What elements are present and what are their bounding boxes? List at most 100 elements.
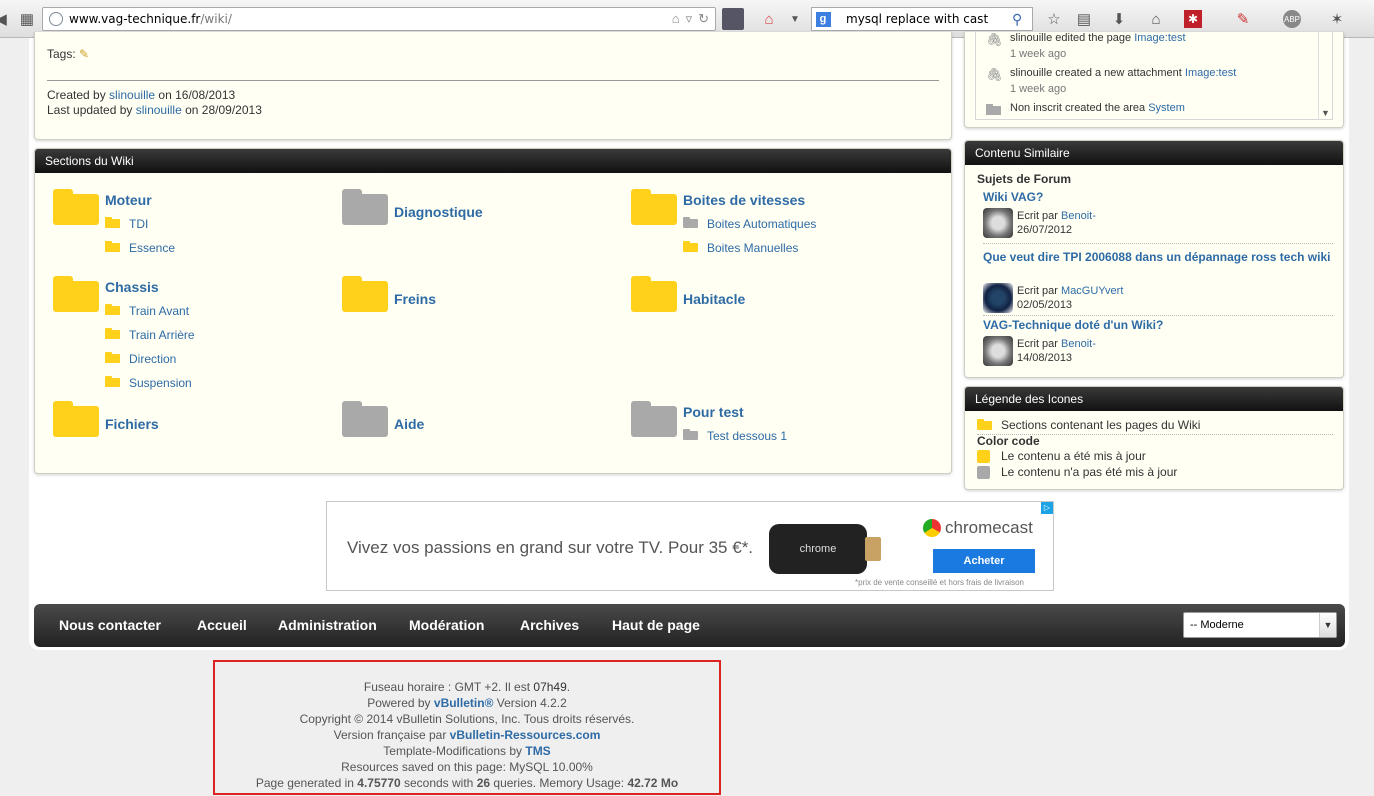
tms-link[interactable]: TMS (525, 744, 550, 758)
activity-target-link[interactable]: Image:test (1134, 32, 1185, 44)
chevron-down-icon[interactable]: ▼ (1319, 613, 1336, 637)
folder-icon[interactable] (342, 189, 388, 225)
subsection-link[interactable]: Suspension (129, 376, 192, 390)
style-select[interactable]: -- Moderne ▼ (1183, 612, 1337, 638)
section-title-link[interactable]: Chassis (105, 279, 159, 295)
timezone-line: Fuseau horaire : GMT +2. Il est 07h49. (363, 680, 571, 694)
folder-icon[interactable] (631, 401, 677, 437)
feed-icon[interactable] (722, 8, 744, 30)
folder-icon (105, 376, 120, 387)
avatar[interactable] (983, 336, 1013, 366)
section-title-link[interactable]: Moteur (105, 192, 152, 208)
divider (983, 243, 1333, 244)
updated-by-user-link[interactable]: slinouille (136, 103, 182, 117)
icon-legend-block: Légende des Icones Sections contenant le… (964, 386, 1344, 490)
ad-slogan: Vivez vos passions en grand sur votre TV… (347, 538, 754, 557)
activity-target-link[interactable]: Image:test (1185, 67, 1236, 79)
folder-icon[interactable] (53, 401, 99, 437)
yellow-square-icon (977, 450, 990, 463)
thread-title-link[interactable]: VAG-Technique doté d'un Wiki? (983, 318, 1163, 332)
author-link[interactable]: Benoit- (1061, 338, 1096, 350)
divider (47, 80, 939, 81)
wiki-sections-block: Sections du Wiki Moteur TDI Essence Diagnos… (34, 148, 952, 474)
home-icon-toolbar[interactable]: ⌂ (1145, 8, 1167, 30)
subsection-link[interactable]: TDI (129, 217, 148, 231)
search-bar[interactable]: g mysql replace with cast ⚲ (811, 7, 1033, 31)
footer-info-highlight: Fuseau horaire : GMT +2. Il est 07h49. P… (213, 660, 721, 795)
chrome-logo-icon (923, 519, 941, 537)
subsection-link[interactable]: Train Arrière (129, 328, 195, 342)
nav-archives-link[interactable]: Archives (520, 617, 579, 633)
subsection-link[interactable]: Direction (129, 352, 176, 366)
ad-brand: chromecast (923, 518, 1033, 538)
recent-activity-block: 🖇 slinouille edited the page Image:test … (964, 32, 1344, 128)
scroll-down-icon[interactable]: ▼ (1321, 108, 1330, 118)
section-title-link[interactable]: Habitacle (683, 291, 745, 307)
author-link[interactable]: Benoit- (1061, 210, 1096, 222)
subsection-link[interactable]: Boites Automatiques (707, 217, 816, 231)
edit-tags-icon[interactable]: ✎ (79, 47, 89, 61)
download-icon[interactable]: ⬇ (1108, 8, 1130, 30)
thread-title-link[interactable]: Wiki VAG? (983, 190, 1043, 204)
tab-groups-icon[interactable]: ▦ (16, 8, 38, 30)
bookmarks-list-icon[interactable]: ▤ (1073, 8, 1095, 30)
folder-icon[interactable] (631, 276, 677, 312)
avatar[interactable] (983, 283, 1013, 313)
section-title-link[interactable]: Fichiers (105, 416, 159, 432)
vbulletin-ressources-link[interactable]: vBulletin-Ressources.com (450, 728, 601, 742)
buy-button[interactable]: Acheter (933, 549, 1035, 573)
folder-icon[interactable] (342, 276, 388, 312)
avatar[interactable] (983, 208, 1013, 238)
nav-home-link[interactable]: Accueil (197, 617, 247, 633)
folder-icon[interactable] (53, 276, 99, 312)
activity-scrollbar[interactable]: ▼ (1318, 32, 1332, 120)
activity-target-link[interactable]: System (1148, 102, 1185, 114)
thread-title-link[interactable]: Que veut dire TPI 2006088 dans un dépann… (983, 250, 1330, 264)
folder-icon[interactable] (631, 189, 677, 225)
folder-icon[interactable] (342, 401, 388, 437)
extension-icon[interactable]: ✶ (1326, 8, 1348, 30)
activity-list[interactable]: 🖇 slinouille edited the page Image:test … (975, 32, 1333, 120)
folder-icon (683, 429, 698, 440)
home-icon[interactable]: ⌂ (672, 11, 680, 27)
french-version-line: Version française par vBulletin-Ressourc… (333, 728, 601, 742)
subsection-link[interactable]: Train Avant (129, 304, 189, 318)
search-icon[interactable]: ⚲ (1012, 11, 1032, 28)
menu-arrow-icon[interactable]: ▼ (784, 8, 806, 30)
subsection-link[interactable]: Test dessous 1 (707, 429, 787, 443)
nav-top-link[interactable]: Haut de page (612, 617, 700, 633)
section-title-link[interactable]: Pour test (683, 404, 744, 420)
nav-moderation-link[interactable]: Modération (409, 617, 484, 633)
section-title-link[interactable]: Diagnostique (394, 204, 483, 220)
section-title-link[interactable]: Aide (394, 416, 424, 432)
lastpass-icon[interactable]: ✱ (1184, 10, 1202, 28)
paperclip-icon: 🖇 (986, 67, 1003, 82)
dropdown-arrow-icon[interactable]: ▿ (686, 11, 693, 27)
vbulletin-link[interactable]: vBulletin® (434, 696, 494, 710)
created-by-user-link[interactable]: slinouille (109, 88, 155, 102)
nav-contact-link[interactable]: Nous contacter (59, 617, 161, 633)
forum-topics-subhead: Sujets de Forum (977, 172, 1072, 186)
home-colored-icon[interactable]: ⌂ (758, 8, 780, 30)
advertisement-banner[interactable]: Vivez vos passions en grand sur votre TV… (326, 501, 1054, 591)
icon-legend-header: Légende des Icones (965, 387, 1343, 411)
subsection-link[interactable]: Essence (129, 241, 175, 255)
section-title-link[interactable]: Freins (394, 291, 436, 307)
author-link[interactable]: MacGUYvert (1061, 285, 1123, 297)
folder-icon[interactable] (53, 189, 99, 225)
wiki-sections-header: Sections du Wiki (35, 149, 951, 173)
url-bar[interactable]: www.vag-technique.fr/wiki/ ⌂ ▿ ↻ (42, 7, 716, 31)
section-title-link[interactable]: Boites de vitesses (683, 192, 805, 208)
similar-content-header: Contenu Similaire (965, 141, 1343, 165)
nav-admin-link[interactable]: Administration (278, 617, 377, 633)
adchoices-icon[interactable]: ▷ (1041, 502, 1053, 514)
back-button[interactable]: ◀ (0, 8, 12, 30)
bookmark-star-icon[interactable]: ☆ (1043, 8, 1065, 30)
adblock-icon[interactable]: ABP (1283, 10, 1301, 28)
search-input[interactable]: mysql replace with cast (846, 12, 1012, 26)
copyright-line: Copyright © 2014 vBulletin Solutions, In… (299, 712, 635, 726)
google-search-icon[interactable]: g (815, 11, 831, 27)
reload-icon[interactable]: ↻ (698, 11, 709, 27)
subsection-link[interactable]: Boites Manuelles (707, 241, 798, 255)
firebug-icon[interactable]: ✎ (1232, 8, 1254, 30)
